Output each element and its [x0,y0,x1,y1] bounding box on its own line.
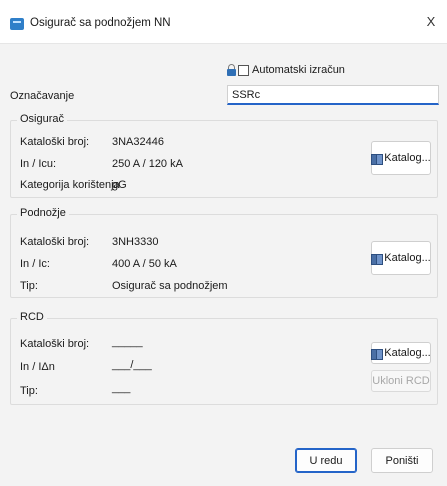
oznacavanje-label: Označavanje [10,90,75,102]
auto-calc-label: Automatski izračun [252,64,345,76]
title-bar: Osigurač sa podnožjem NN X [0,0,447,44]
osigurac-catalog-button-label: Katalog... [384,152,431,164]
rcd-in-idn-value: ___/___ [112,359,152,371]
auto-calc-row: Automatski izračun [227,63,345,77]
osigurac-in-icu-label: In / Icu: [20,158,57,170]
close-button[interactable]: X [419,10,443,34]
osigurac-category-label: Kategorija korištenja [20,179,120,191]
remove-rcd-button[interactable]: Ukloni RCD [371,370,431,392]
osigurac-catalog-value: 3NA32446 [112,136,164,148]
podnozje-catalog-button[interactable]: Katalog... [371,241,431,275]
osigurac-catalog-button[interactable]: Katalog... [371,141,431,175]
podnozje-in-ic-value: 400 A / 50 kA [112,258,177,270]
podnozje-catalog-button-label: Katalog... [384,252,431,264]
window-title: Osigurač sa podnožjem NN [30,17,171,29]
osigurac-in-icu-value: 250 A / 120 kA [112,158,183,170]
rcd-type-value: ___ [112,382,131,394]
rcd-catalog-label: Kataloški broj: [20,338,90,350]
rcd-catalog-button[interactable]: Katalog... [371,342,431,364]
rcd-catalog-button-label: Katalog... [384,347,431,359]
podnozje-in-ic-label: In / Ic: [20,258,50,270]
dialog-window: Osigurač sa podnožjem NN X Automatski iz… [0,0,447,486]
book-icon [371,153,384,165]
rcd-catalog-value: _____ [112,336,143,348]
osigurac-category-value: gG [112,179,127,191]
book-icon [371,348,384,360]
rcd-type-label: Tip: [20,385,38,397]
ok-button[interactable]: U redu [295,448,357,473]
group-title-podnozje: Podnožje [17,207,69,219]
podnozje-type-label: Tip: [20,280,38,292]
app-icon [10,18,24,30]
osigurac-catalog-label: Kataloški broj: [20,136,90,148]
podnozje-catalog-label: Kataloški broj: [20,236,90,248]
auto-calc-checkbox[interactable] [238,64,249,76]
rcd-in-idn-label: In / IΔn [20,361,55,373]
remove-rcd-button-label: Ukloni RCD [372,375,430,387]
group-title-osigurac: Osigurač [17,113,68,125]
podnozje-catalog-value: 3NH3330 [112,236,159,248]
book-icon [371,253,384,265]
oznacavanje-input[interactable] [227,85,439,105]
lock-icon [227,64,236,76]
podnozje-type-value: Osigurač sa podnožjem [112,280,228,292]
cancel-button[interactable]: Poništi [371,448,433,473]
group-title-rcd: RCD [17,311,47,323]
